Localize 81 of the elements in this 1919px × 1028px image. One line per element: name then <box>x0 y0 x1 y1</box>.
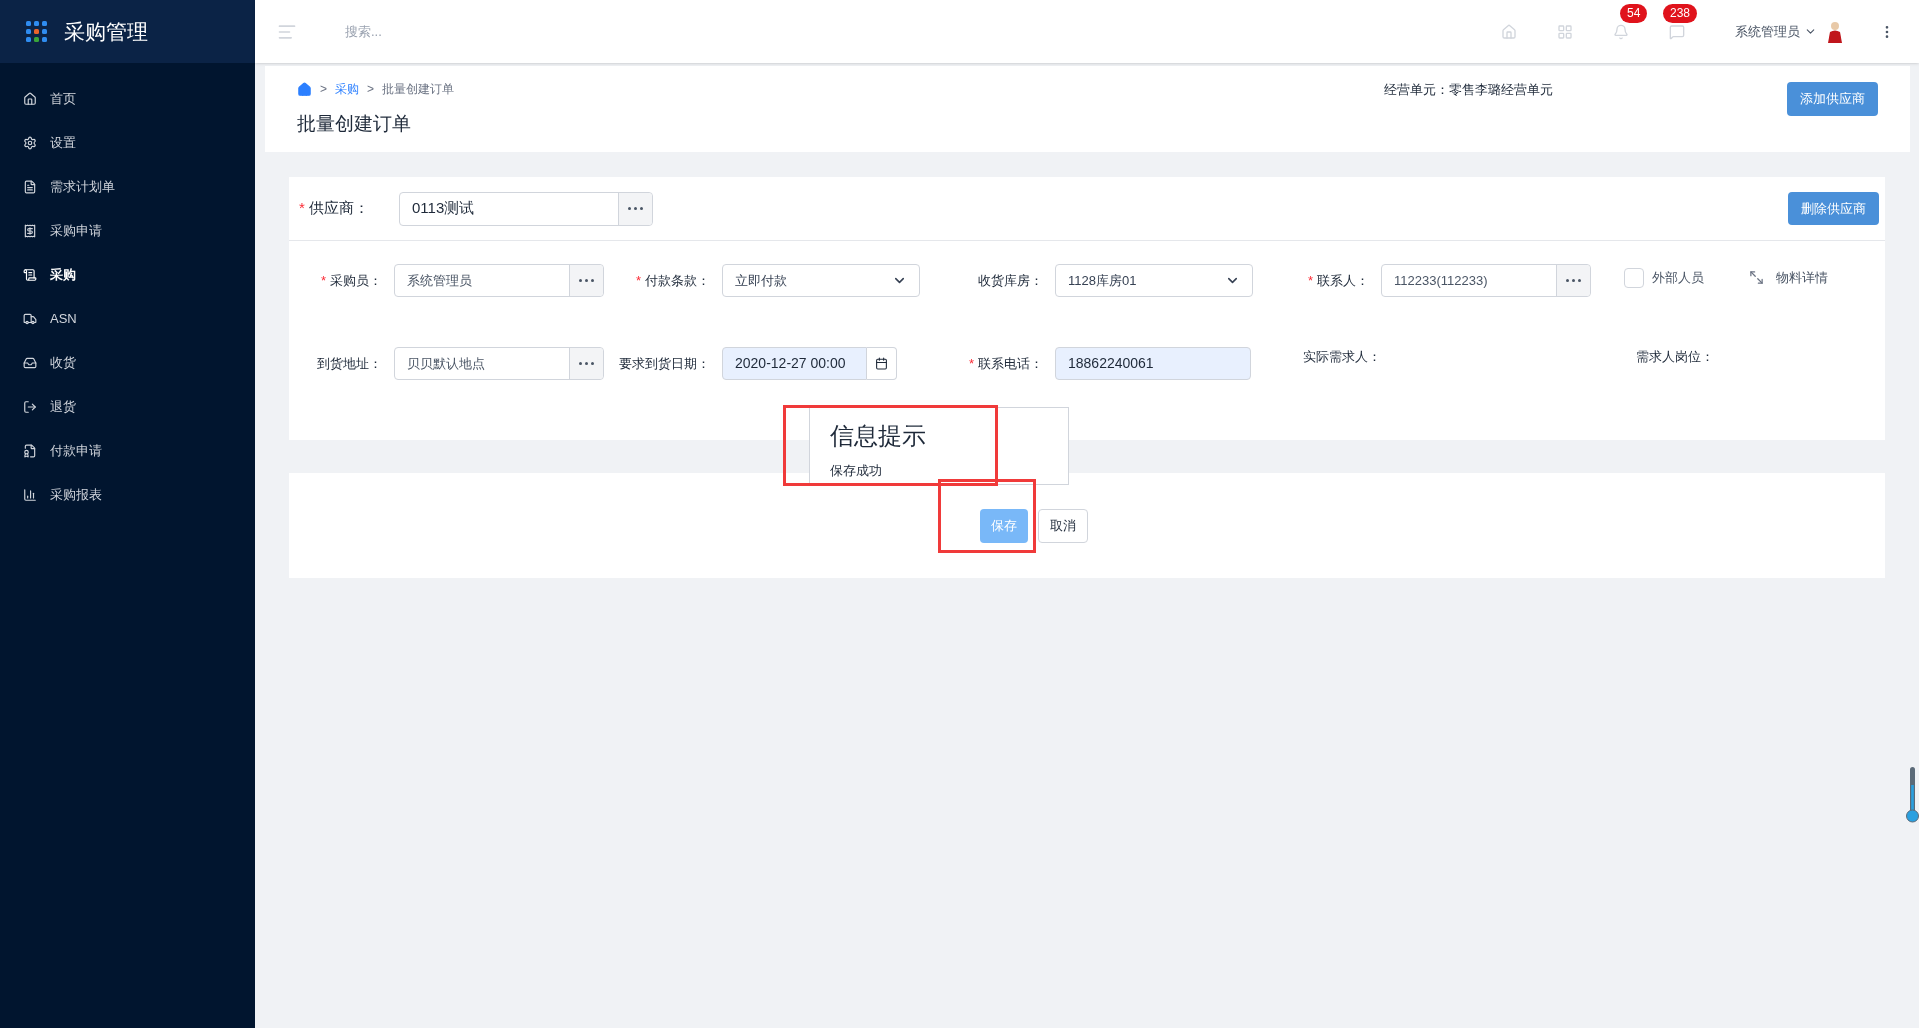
home-icon <box>23 92 37 106</box>
grid-icon[interactable] <box>1557 23 1573 40</box>
exit-icon <box>23 400 37 414</box>
cancel-button[interactable]: 取消 <box>1038 508 1088 543</box>
document-icon <box>23 444 37 458</box>
app-title: 采购管理 <box>64 18 148 45</box>
field-label: 到货地址： <box>317 354 382 373</box>
breadcrumb-item: 批量创建订单 <box>382 81 455 98</box>
expand-icon <box>1749 270 1764 286</box>
lookup-field[interactable]: 系统管理员 <box>394 264 604 297</box>
gear-icon <box>23 136 37 150</box>
inbox-icon <box>23 356 37 370</box>
field-value: 0113测试 <box>411 198 476 219</box>
more-icon <box>1566 279 1581 282</box>
message-badge: 238 <box>1663 3 1698 23</box>
field-label: 要求到货日期： <box>619 354 710 373</box>
sidebar-item[interactable]: 需求计划单 <box>0 165 255 209</box>
supplier-field[interactable]: 0113测试 <box>399 191 653 226</box>
calendar-button[interactable] <box>867 347 897 380</box>
field-label: 实际需求人： <box>1302 348 1381 366</box>
required-mark: * <box>320 271 326 290</box>
lookup-button[interactable] <box>569 265 603 296</box>
field-label: 需求人岗位： <box>1635 348 1714 366</box>
sidebar-item[interactable]: 退货 <box>0 385 255 429</box>
field-label: 供应商： <box>308 198 369 219</box>
checkbox[interactable] <box>1624 268 1644 288</box>
apps-logo-icon <box>26 20 48 43</box>
field-value: 贝贝默认地点 <box>406 354 486 373</box>
toast-message: 保存成功 <box>830 462 883 480</box>
calendar-icon <box>875 357 888 370</box>
lookup-field[interactable]: 112233(112233) <box>1381 264 1591 297</box>
select-field[interactable]: 立即付款 <box>722 264 920 297</box>
toast-title: 信息提示 <box>830 421 927 451</box>
receipt-icon <box>23 224 37 238</box>
field-label: 采购员： <box>330 271 382 290</box>
date-field[interactable]: 2020-12-27 00:00 <box>722 347 867 380</box>
breadcrumb-separator: > <box>367 81 375 98</box>
sidebar-item[interactable]: 收货 <box>0 341 255 385</box>
thermometer-icon <box>1906 767 1919 823</box>
bar-chart-icon <box>23 488 37 502</box>
more-icon <box>579 362 594 365</box>
message-icon[interactable] <box>1669 23 1685 40</box>
field-label: 付款条款： <box>645 271 710 290</box>
select-field[interactable]: 1128库房01 <box>1055 264 1253 297</box>
required-mark: * <box>968 354 974 373</box>
avatar-icon <box>1827 20 1843 43</box>
field-label: 联系人： <box>1317 271 1369 290</box>
breadcrumb-link[interactable]: 采购 <box>335 80 359 98</box>
user-menu[interactable]: 系统管理员 <box>1735 21 1817 42</box>
field-value: 系统管理员 <box>406 271 473 290</box>
sidebar-item[interactable]: 首页 <box>0 77 255 121</box>
field-label: 联系电话： <box>978 354 1043 373</box>
business-unit: 经营单元：零售李璐经营单元 <box>1384 81 1553 99</box>
notification-badge: 54 <box>1620 3 1648 23</box>
sidebar-item[interactable]: 采购报表 <box>0 473 255 517</box>
more-icon <box>628 207 643 210</box>
list-icon <box>23 268 37 282</box>
breadcrumb-separator: > <box>320 81 327 98</box>
sidebar-item[interactable]: 付款申请 <box>0 429 255 473</box>
sidebar-item[interactable]: 采购申请 <box>0 209 255 253</box>
page-title: 批量创建订单 <box>297 112 412 136</box>
bell-icon[interactable] <box>1613 23 1629 40</box>
sidebar-item[interactable]: 采购 <box>0 253 255 297</box>
lookup-field[interactable]: 贝贝默认地点 <box>394 347 604 380</box>
required-mark: * <box>299 198 305 219</box>
material-details-link[interactable]: 物料详情 <box>1749 264 1828 288</box>
sidebar-item[interactable]: 设置 <box>0 121 255 165</box>
field-label: 收货库房： <box>978 271 1043 290</box>
sidebar-item[interactable]: ASN <box>0 297 255 341</box>
lookup-button[interactable] <box>569 348 603 379</box>
home-icon[interactable] <box>297 81 312 97</box>
field-value: 112233(112233) <box>1393 271 1489 290</box>
phone-field[interactable]: 18862240061 <box>1055 347 1251 380</box>
required-mark: * <box>1307 271 1313 290</box>
checkbox-label: 外部人员 <box>1652 269 1705 287</box>
truck-icon <box>23 312 37 326</box>
required-mark: * <box>635 271 641 290</box>
document-icon <box>23 180 37 194</box>
lookup-button[interactable] <box>618 192 652 225</box>
lookup-button[interactable] <box>1556 265 1590 296</box>
more-icon <box>579 279 594 282</box>
